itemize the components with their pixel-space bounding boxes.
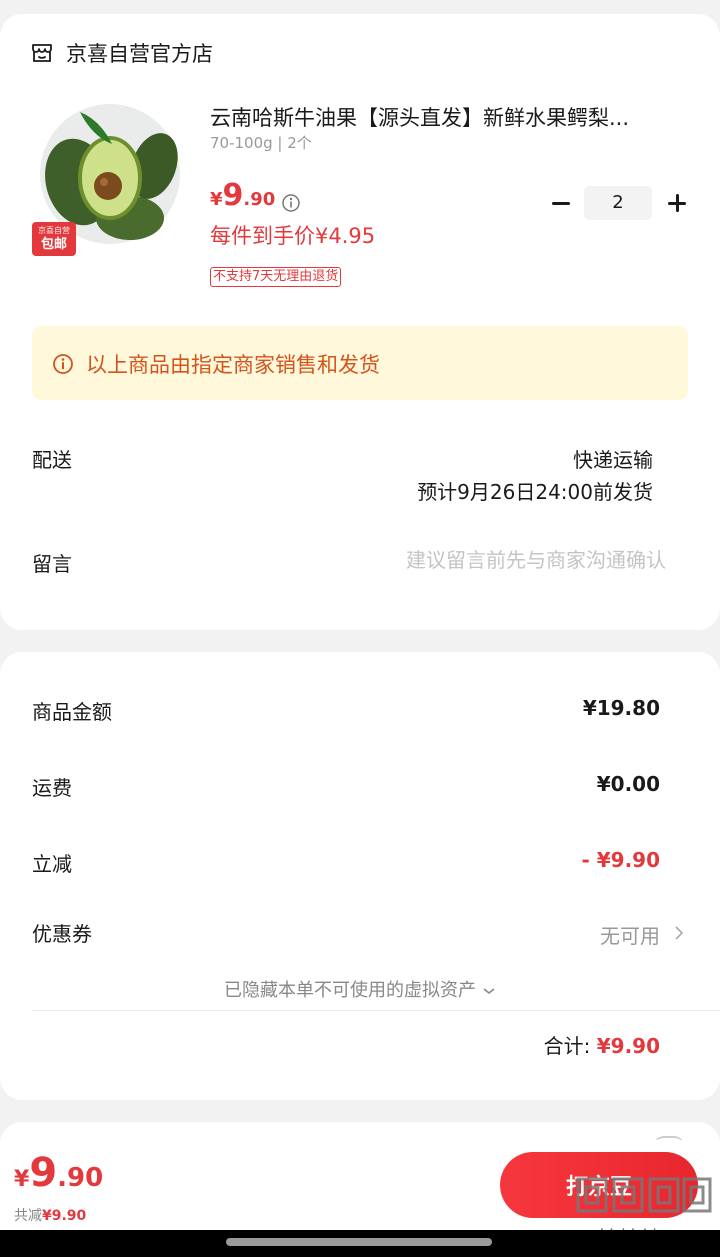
discount-label: 立减 xyxy=(32,852,72,876)
delivery-eta: 预计9月26日24:00前发货 xyxy=(417,480,653,504)
coupon-label: 优惠券 xyxy=(32,922,92,946)
product-price: ¥ 9 .90 xyxy=(210,178,275,213)
seller-notice-text: 以上商品由指定商家销售和发货 xyxy=(86,353,380,377)
price-info-icon[interactable] xyxy=(281,193,301,213)
message-label: 留言 xyxy=(32,552,72,576)
savings-value: ¥9.90 xyxy=(42,1208,87,1224)
info-icon xyxy=(53,354,73,374)
free-shipping-badge: 京喜自营 包邮 xyxy=(32,222,76,256)
store-header[interactable]: 京喜自营官方店 xyxy=(30,38,213,68)
checkout-price-decimal: .90 xyxy=(57,1163,104,1193)
hidden-assets-toggle[interactable]: 已隐藏本单不可使用的虚拟资产 xyxy=(0,976,720,1002)
badge-line2: 包邮 xyxy=(40,237,67,252)
quantity-increase-button[interactable] xyxy=(664,188,690,218)
total-savings: 共减¥9.90 xyxy=(14,1205,86,1225)
coupon-value[interactable]: 无可用 xyxy=(600,920,660,949)
quantity-decrease-button[interactable] xyxy=(548,188,574,218)
goods-amount-label: 商品金额 xyxy=(32,700,112,724)
hidden-assets-text: 已隐藏本单不可使用的虚拟资产 xyxy=(224,980,476,1001)
chevron-down-icon xyxy=(483,988,495,995)
store-name: 京喜自营官方店 xyxy=(66,42,213,66)
price-decimal: .90 xyxy=(243,189,276,210)
seller-notice: 以上商品由指定商家销售和发货 xyxy=(32,326,688,400)
home-indicator[interactable] xyxy=(226,1238,492,1246)
product-spec: 70-100g | 2个 xyxy=(210,134,312,152)
message-input[interactable] xyxy=(300,544,666,576)
chevron-right-icon xyxy=(675,926,684,940)
watermark-logo xyxy=(576,1177,712,1213)
checkout-price: ¥ 9 .90 xyxy=(14,1150,103,1196)
delivery-method[interactable]: 快递运输 xyxy=(573,444,653,473)
divider xyxy=(32,1010,720,1011)
shipping-fee-label: 运费 xyxy=(32,776,72,800)
product-title[interactable]: 云南哈斯牛油果【源头直发】新鲜水果鳄梨... xyxy=(210,102,680,132)
total-label: 合计: xyxy=(543,1034,591,1058)
price-symbol: ¥ xyxy=(210,189,223,210)
delivery-label: 配送 xyxy=(32,448,72,472)
checkout-price-integer: 9 xyxy=(29,1150,58,1196)
badge-line1: 京喜自营 xyxy=(38,226,70,235)
store-icon xyxy=(32,44,52,62)
checkout-price-symbol: ¥ xyxy=(14,1167,30,1192)
shipping-fee-value: ¥0.00 xyxy=(596,772,660,796)
quantity-input[interactable]: 2 xyxy=(584,186,652,220)
order-total: 合计: ¥9.90 xyxy=(544,1030,660,1059)
price-integer: 9 xyxy=(222,178,244,213)
total-value: ¥9.90 xyxy=(596,1034,660,1058)
goods-amount-value: ¥19.80 xyxy=(582,696,660,720)
savings-label: 共减 xyxy=(14,1208,42,1224)
return-policy-tag: 不支持7天无理由退货 xyxy=(210,267,342,287)
discount-value: - ¥9.90 xyxy=(581,848,660,872)
unit-price: 每件到手价¥4.95 xyxy=(210,224,376,248)
